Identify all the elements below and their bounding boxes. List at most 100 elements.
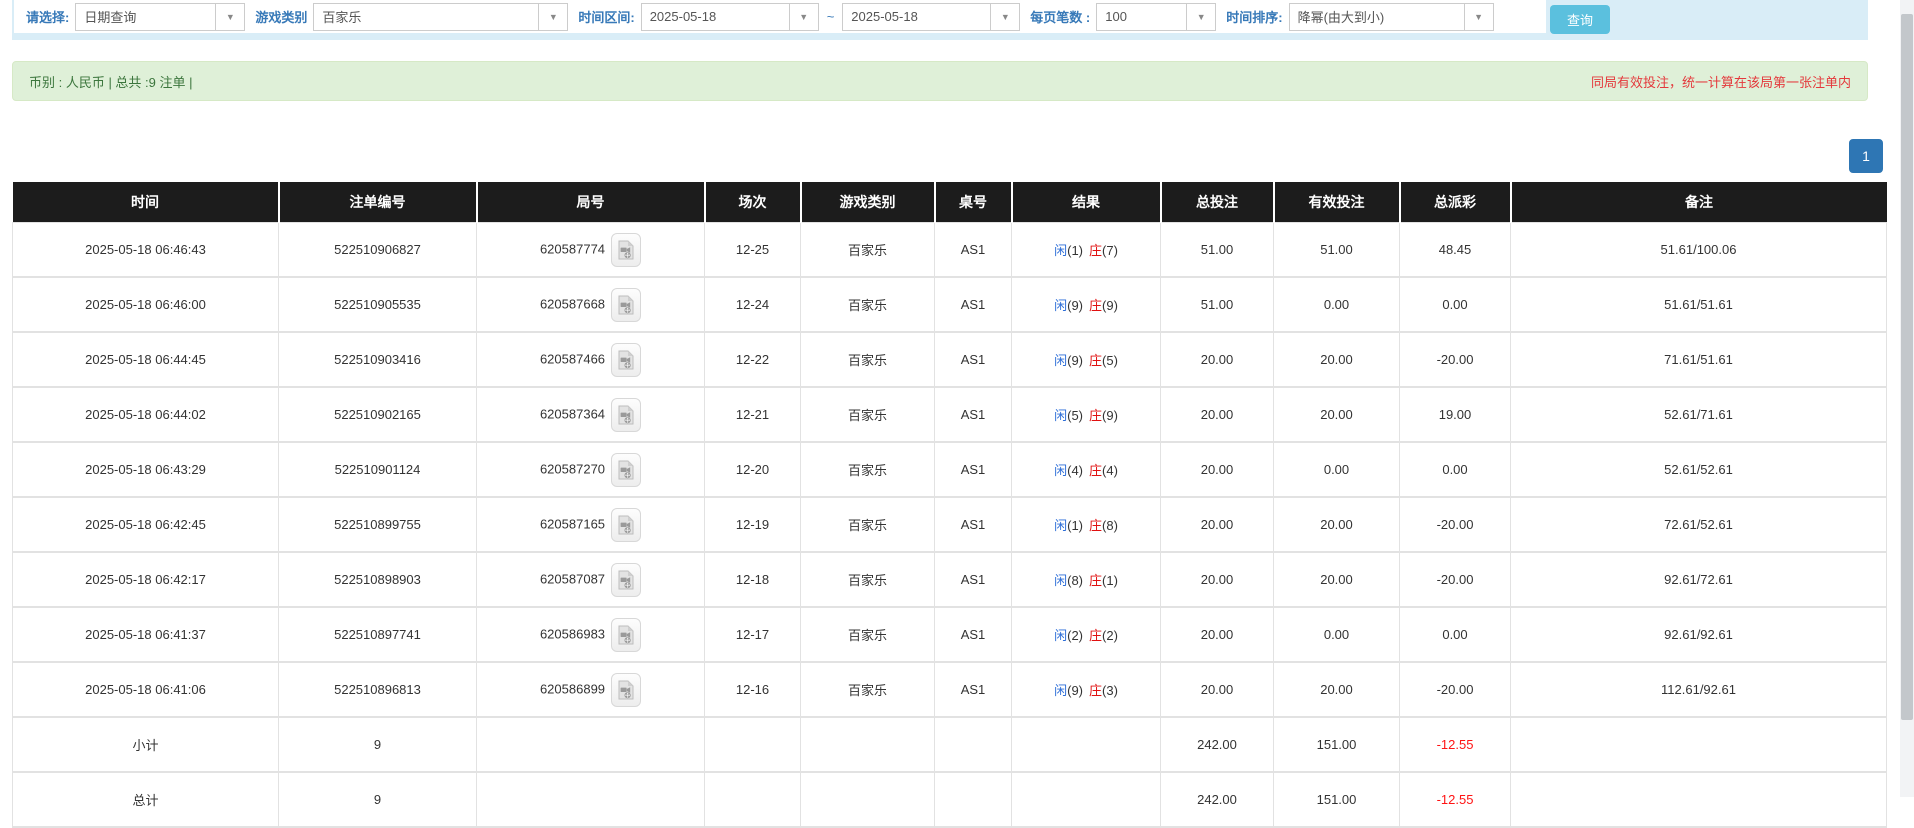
time-cell: 2025-05-18 06:44:45 (13, 332, 279, 387)
subtotal-count: 9 (279, 717, 477, 772)
subtotal-valid-bet: 151.00 (1274, 717, 1400, 772)
video-file-icon (618, 405, 634, 425)
pagination-page-1[interactable]: 1 (1849, 139, 1883, 173)
time-cell: 2025-05-18 06:41:06 (13, 662, 279, 717)
result-banker-label: 庄 (1089, 518, 1102, 533)
table-no-cell: AS1 (935, 552, 1012, 607)
total-bet-cell: 20.00 (1161, 552, 1274, 607)
result-banker-label: 庄 (1089, 628, 1102, 643)
bet-id-cell: 522510898903 (279, 552, 477, 607)
date-to-value: 2025-05-18 (843, 9, 926, 24)
result-banker-label: 庄 (1089, 353, 1102, 368)
grand-total-game (801, 772, 935, 827)
video-replay-button[interactable] (611, 673, 641, 707)
valid-bet-cell: 51.00 (1274, 223, 1400, 278)
video-replay-button[interactable] (611, 618, 641, 652)
round-cell: 620587270 (477, 442, 705, 497)
game-type-value: 百家乐 (314, 7, 369, 26)
record-row[interactable]: 2025-05-18 06:43:29522510901124620587270… (13, 442, 1887, 497)
result-banker-label: 庄 (1089, 573, 1102, 588)
result-player-label: 闲 (1054, 573, 1067, 588)
record-row[interactable]: 2025-05-18 06:44:02522510902165620587364… (13, 387, 1887, 442)
video-file-icon (618, 240, 634, 260)
time-sort-select[interactable]: 降幂(由大到小) ▼ (1289, 3, 1494, 31)
record-row[interactable]: 2025-05-18 06:41:06522510896813620586899… (13, 662, 1887, 717)
record-row[interactable]: 2025-05-18 06:42:17522510898903 620587087… (13, 552, 1887, 607)
bet-id-cell: 522510905535 (279, 277, 477, 332)
currency-total-text: 币别 : 人民币 | 总共 :9 注单 | (29, 72, 193, 91)
video-replay-button[interactable] (611, 563, 641, 597)
video-replay-button[interactable] (611, 398, 641, 432)
grand-total-remark (1511, 772, 1887, 827)
time-cell: 2025-05-18 06:42:17 (13, 552, 279, 607)
game-type-cell: 百家乐 (801, 332, 935, 387)
game-type-select[interactable]: 百家乐 ▼ (313, 3, 568, 31)
result-banker-score: (8) (1102, 518, 1118, 533)
vertical-scrollbar-thumb[interactable] (1901, 14, 1913, 720)
result-player-label: 闲 (1054, 683, 1067, 698)
bet-id-cell: 522510899755 (279, 497, 477, 552)
remark-cell: 52.61/71.61 (1511, 387, 1887, 442)
round-number: 620587087 (540, 571, 605, 586)
video-replay-button[interactable] (611, 343, 641, 377)
result-banker-label: 庄 (1089, 298, 1102, 313)
time-cell: 2025-05-18 06:42:45 (13, 497, 279, 552)
video-file-icon (618, 295, 634, 315)
chevron-down-icon: ▼ (789, 4, 818, 30)
grand-total-row: 总计9242.00151.00-12.55 (13, 772, 1887, 827)
record-row[interactable]: 2025-05-18 06:42:45522510899755620587165… (13, 497, 1887, 552)
table-header-row: 时间 注单编号 局号 场次 游戏类别 桌号 结果 总投注 有效投注 总派彩 备注 (13, 182, 1887, 223)
valid-bet-cell: 20.00 (1274, 497, 1400, 552)
bet-id-cell: 522510902165 (279, 387, 477, 442)
payout-cell: -20.00 (1400, 497, 1511, 552)
time-cell: 2025-05-18 06:46:00 (13, 277, 279, 332)
chevron-down-icon: ▼ (215, 4, 244, 30)
round-cell: 620587774 (477, 223, 705, 278)
result-player-score: (9) (1067, 298, 1083, 313)
record-row[interactable]: 2025-05-18 06:46:00522510905535620587668… (13, 277, 1887, 332)
payout-cell: -20.00 (1400, 552, 1511, 607)
result-cell: 闲(9)庄(3) (1012, 662, 1161, 717)
session-cell: 12-18 (705, 552, 801, 607)
result-player-score: (8) (1067, 573, 1083, 588)
bet-id-cell: 522510906827 (279, 223, 477, 278)
total-bet-cell: 20.00 (1161, 387, 1274, 442)
video-replay-button[interactable] (611, 288, 641, 322)
query-button[interactable]: 查询 (1550, 5, 1610, 34)
date-from-select[interactable]: 2025-05-18 ▼ (641, 3, 819, 31)
table-no-cell: AS1 (935, 332, 1012, 387)
video-replay-button[interactable] (611, 453, 641, 487)
grand-total-valid-bet: 151.00 (1274, 772, 1400, 827)
payout-cell: 0.00 (1400, 277, 1511, 332)
payout-cell: 0.00 (1400, 442, 1511, 497)
subtotal-game (801, 717, 935, 772)
header-time: 时间 (13, 182, 279, 223)
valid-bet-cell: 20.00 (1274, 662, 1400, 717)
result-player-label: 闲 (1054, 463, 1067, 478)
query-type-value: 日期查询 (76, 7, 144, 26)
record-row[interactable]: 2025-05-18 06:41:37522510897741620586983… (13, 607, 1887, 662)
record-row[interactable]: 2025-05-18 06:44:45522510903416620587466… (13, 332, 1887, 387)
game-type-cell: 百家乐 (801, 552, 935, 607)
header-payout: 总派彩 (1400, 182, 1511, 223)
result-player-score: (1) (1067, 243, 1083, 258)
remark-cell: 52.61/52.61 (1511, 442, 1887, 497)
vertical-scrollbar-track[interactable] (1900, 0, 1914, 797)
round-cell: 620587087 (477, 552, 705, 607)
subtotal-table (935, 717, 1012, 772)
record-row[interactable]: 2025-05-18 06:46:43522510906827620587774… (13, 223, 1887, 278)
video-replay-button[interactable] (611, 508, 641, 542)
game-type-cell: 百家乐 (801, 662, 935, 717)
video-replay-button[interactable] (611, 233, 641, 267)
round-number: 620587364 (540, 406, 605, 421)
table-no-cell: AS1 (935, 277, 1012, 332)
round-number: 620587774 (540, 241, 605, 256)
payout-cell: 19.00 (1400, 387, 1511, 442)
result-cell: 闲(2)庄(2) (1012, 607, 1161, 662)
grand-total-total-bet: 242.00 (1161, 772, 1274, 827)
session-cell: 12-25 (705, 223, 801, 278)
date-to-select[interactable]: 2025-05-18 ▼ (842, 3, 1020, 31)
query-type-select[interactable]: 日期查询 ▼ (75, 3, 245, 31)
round-cell: 620587165 (477, 497, 705, 552)
page-size-select[interactable]: 100 ▼ (1096, 3, 1216, 31)
